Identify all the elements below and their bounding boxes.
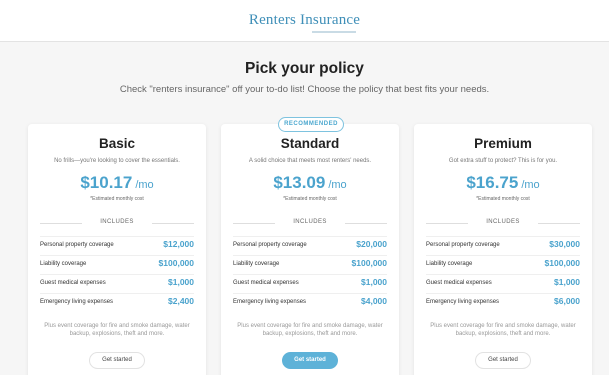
get-started-button[interactable]: Get started: [475, 352, 531, 369]
coverage-label: Guest medical expenses: [40, 280, 106, 286]
price-row: $10.17/mo: [28, 173, 206, 193]
divider-line: [538, 223, 580, 224]
coverage-amount: $1,000: [361, 277, 387, 287]
coverage-amount: $20,000: [356, 239, 387, 249]
top-bar: Renters Insurance: [0, 0, 609, 42]
coverage-label: Liability coverage: [233, 261, 280, 267]
includes-divider: INCLUDES: [233, 218, 387, 228]
plan-card-basic: Basic No frills—you're looking to cover …: [28, 124, 206, 375]
extra-coverage-note: Plus event coverage for fire and smoke d…: [430, 323, 576, 337]
extra-coverage-note: Plus event coverage for fire and smoke d…: [44, 323, 190, 337]
plan-name: Standard: [280, 136, 340, 151]
coverage-amount: $2,400: [168, 296, 194, 306]
estimate-note: *Estimated monthly cost: [90, 196, 144, 202]
coverage-label: Personal property coverage: [426, 242, 500, 248]
page-subtitle: Check "renters insurance" off your to-do…: [119, 84, 490, 95]
plan-name: Premium: [474, 136, 532, 151]
coverage-row: Guest medical expenses $1,000: [40, 274, 194, 290]
coverage-label: Personal property coverage: [40, 242, 114, 248]
coverage-label: Liability coverage: [40, 261, 87, 267]
coverage-label: Emergency living expenses: [40, 299, 114, 305]
coverage-row: Guest medical expenses $1,000: [426, 274, 580, 290]
price-period: /mo: [521, 179, 540, 191]
plan-price: $16.75: [466, 173, 519, 192]
coverage-row: Liability coverage $100,000: [233, 255, 387, 271]
coverage-row: Emergency living expenses $2,400: [40, 293, 194, 309]
coverage-amount: $100,000: [158, 258, 194, 268]
includes-divider: INCLUDES: [40, 218, 194, 228]
page-title: Pick your policy: [245, 60, 364, 77]
coverage-row: Personal property coverage $12,000: [40, 236, 194, 252]
coverage-amount: $6,000: [554, 296, 580, 306]
recommended-badge: RECOMMENDED: [278, 117, 344, 132]
coverage-amount: $100,000: [351, 258, 387, 268]
plan-name: Basic: [98, 136, 136, 151]
includes-label: INCLUDES: [100, 219, 134, 225]
coverage-row: Liability coverage $100,000: [40, 255, 194, 271]
coverage-amount: $4,000: [361, 296, 387, 306]
plan-card-premium: Premium Got extra stuff to protect? This…: [414, 124, 592, 375]
estimate-note: *Estimated monthly cost: [476, 196, 530, 202]
brand-logo[interactable]: Renters Insurance: [249, 12, 360, 29]
extra-coverage-note: Plus event coverage for fire and smoke d…: [237, 323, 383, 337]
price-period: /mo: [135, 179, 154, 191]
coverage-row: Personal property coverage $20,000: [233, 236, 387, 252]
plan-description: Got extra stuff to protect? This is for …: [448, 158, 558, 164]
coverage-label: Personal property coverage: [233, 242, 307, 248]
coverage-amount: $1,000: [554, 277, 580, 287]
price-period: /mo: [328, 179, 347, 191]
coverage-row: Guest medical expenses $1,000: [233, 274, 387, 290]
get-started-button[interactable]: Get started: [282, 352, 338, 369]
coverage-label: Emergency living expenses: [426, 299, 500, 305]
coverage-amount: $100,000: [544, 258, 580, 268]
brand-tagline-mark: [312, 31, 356, 33]
coverage-row: Personal property coverage $30,000: [426, 236, 580, 252]
coverage-label: Emergency living expenses: [233, 299, 307, 305]
coverage-label: Guest medical expenses: [426, 280, 492, 286]
get-started-button[interactable]: Get started: [89, 352, 145, 369]
divider-line: [345, 223, 387, 224]
plan-description: A solid choice that meets most renters' …: [248, 158, 372, 164]
plan-price: $10.17: [80, 173, 133, 192]
coverage-row: Emergency living expenses $4,000: [233, 293, 387, 309]
divider-line: [152, 223, 194, 224]
estimate-note: *Estimated monthly cost: [283, 196, 337, 202]
coverage-amount: $1,000: [168, 277, 194, 287]
plan-description: No frills—you're looking to cover the es…: [54, 158, 180, 164]
coverage-label: Liability coverage: [426, 261, 473, 267]
plan-card-standard: Standard A solid choice that meets most …: [221, 124, 399, 375]
coverage-amount: $12,000: [163, 239, 194, 249]
includes-label: INCLUDES: [293, 219, 327, 225]
plan-price: $13.09: [273, 173, 326, 192]
coverage-row: Liability coverage $100,000: [426, 255, 580, 271]
price-row: $16.75/mo: [414, 173, 592, 193]
includes-label: INCLUDES: [486, 219, 520, 225]
coverage-label: Guest medical expenses: [233, 280, 299, 286]
coverage-row: Emergency living expenses $6,000: [426, 293, 580, 309]
includes-divider: INCLUDES: [426, 218, 580, 228]
coverage-amount: $30,000: [549, 239, 580, 249]
price-row: $13.09/mo: [221, 173, 399, 193]
